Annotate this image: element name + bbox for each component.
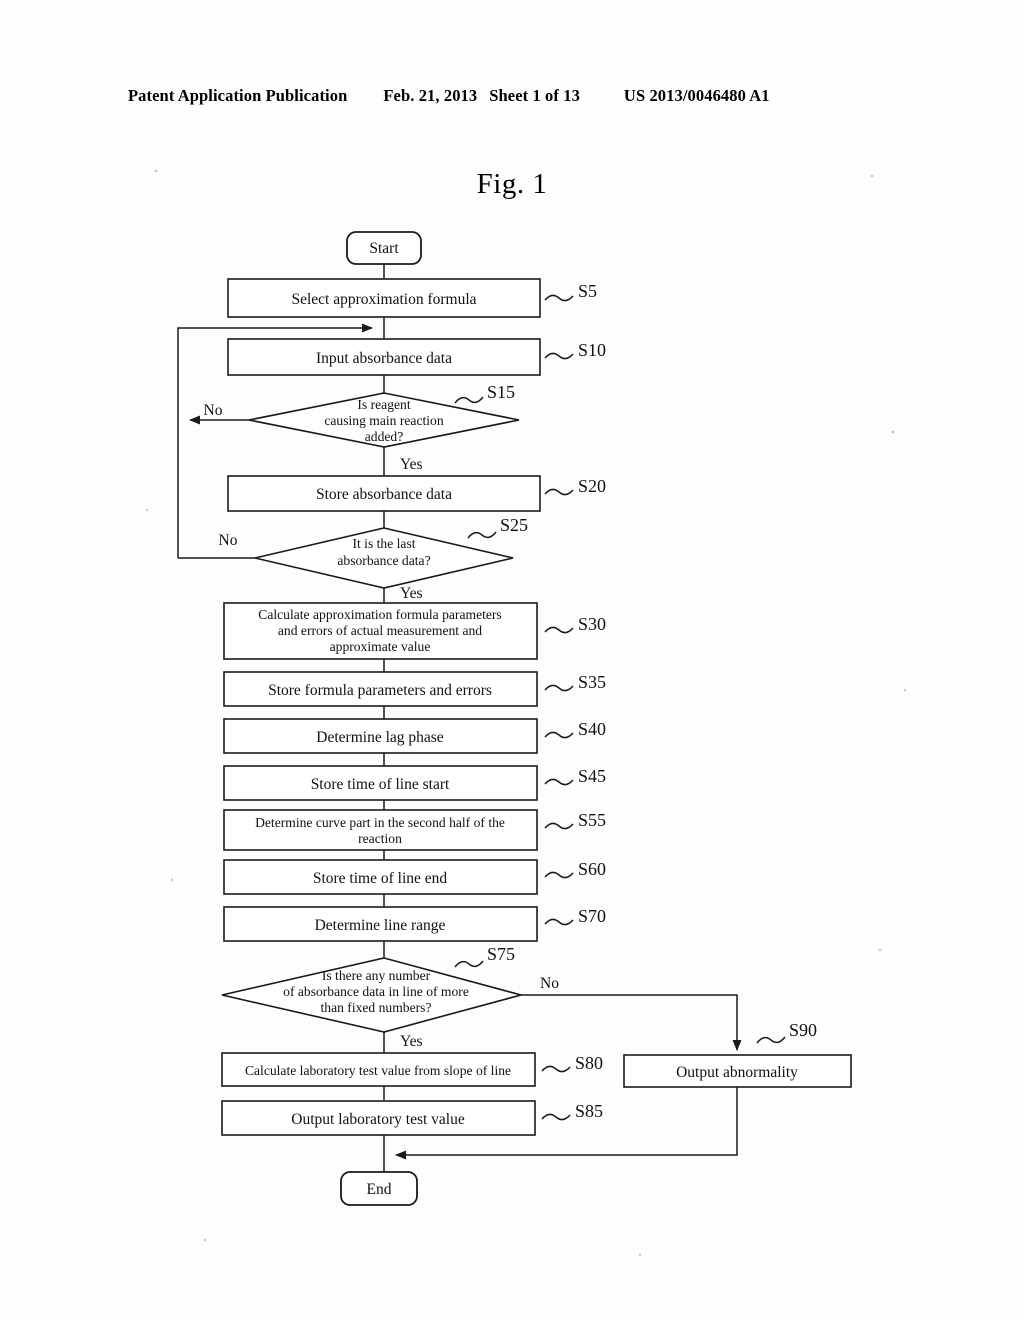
step-label-s35: S35 [578,672,606,692]
end-terminator-label: End [367,1181,392,1198]
node-s35-line1: Store formula parameters and errors [268,682,492,699]
node-s15-line2: causing main reaction [324,413,443,428]
step-label-s30: S30 [578,614,606,634]
leader-s25 [467,531,497,539]
node-s70-line1: Determine line range [315,917,446,934]
leader-s40 [544,731,574,739]
scan-speck [170,878,174,882]
leader-s20 [544,488,574,496]
step-label-s80: S80 [575,1053,603,1073]
step-label-s45: S45 [578,766,606,786]
step-label-s25: S25 [500,515,528,535]
leader-s15 [454,396,484,404]
leader-s30 [544,626,574,634]
branch-label-s15-yes: Yes [400,456,423,473]
branch-label-s75-yes: Yes [400,1033,423,1050]
node-s55-line2: reaction [358,831,402,846]
scan-speck [145,508,149,512]
patent-page: Patent Application Publication Feb. 21, … [0,0,1024,1320]
node-s90-line1: Output abnormality [676,1064,798,1081]
start-terminator-label: Start [369,240,399,257]
node-s25-line2: absorbance data? [337,553,430,568]
step-label-s40: S40 [578,719,606,739]
node-s85-line1: Output laboratory test value [291,1111,465,1128]
node-s60-line1: Store time of line end [313,870,448,887]
step-label-s60: S60 [578,859,606,879]
step-label-s15: S15 [487,382,515,402]
branch-label-s25-no: No [219,532,238,549]
step-label-s5: S5 [578,281,597,301]
node-s30-line3: approximate value [330,639,431,654]
scan-speck [203,1238,207,1242]
node-s75-line2: of absorbance data in line of more [283,984,469,999]
leader-s55 [544,822,574,830]
branch-label-s25-yes: Yes [400,585,423,602]
branch-label-s75-no: No [540,975,559,992]
leader-s5 [544,294,574,302]
scan-speck [638,1253,642,1257]
node-s40-line1: Determine lag phase [316,729,444,746]
branch-label-s15-no: No [204,402,223,419]
node-s80-line1: Calculate laboratory test value from slo… [245,1063,511,1078]
flowchart-figure: Start Select approximation formula S5 In… [145,169,907,1257]
node-s30-line2: and errors of actual measurement and [278,623,482,638]
scan-speck [154,169,158,173]
step-label-s55: S55 [578,810,606,830]
scan-speck [878,948,882,952]
node-s30-line1: Calculate approximation formula paramete… [258,607,501,622]
connector-s75-no-to-s90 [521,994,742,1051]
step-label-s10: S10 [578,340,606,360]
node-s75-line3: than fixed numbers? [321,1000,432,1015]
leader-s10 [544,352,574,360]
scan-speck [870,174,874,178]
node-s20-line1: Store absorbance data [316,486,452,503]
node-s45-line1: Store time of line start [311,776,450,793]
leader-s80 [541,1065,571,1073]
step-label-s75: S75 [487,944,515,964]
node-s55-line1: Determine curve part in the second half … [255,815,505,830]
leader-s70 [544,918,574,926]
step-label-s85: S85 [575,1101,603,1121]
node-s15-line1: Is reagent [357,397,410,412]
node-s15-line3: added? [365,429,404,444]
leader-s60 [544,871,574,879]
leader-s45 [544,778,574,786]
leader-s90 [756,1036,786,1044]
step-label-s20: S20 [578,476,606,496]
node-s25-line1: It is the last [352,536,415,551]
step-label-s90: S90 [789,1020,817,1040]
scan-speck [903,688,907,692]
step-label-s70: S70 [578,906,606,926]
scan-speck [891,430,895,434]
node-s10-line1: Input absorbance data [316,350,452,367]
leader-s35 [544,684,574,692]
leader-s85 [541,1113,571,1121]
node-s75-line1: Is there any number [322,968,431,983]
leader-s75 [454,960,484,968]
node-s5-line1: Select approximation formula [291,291,476,308]
